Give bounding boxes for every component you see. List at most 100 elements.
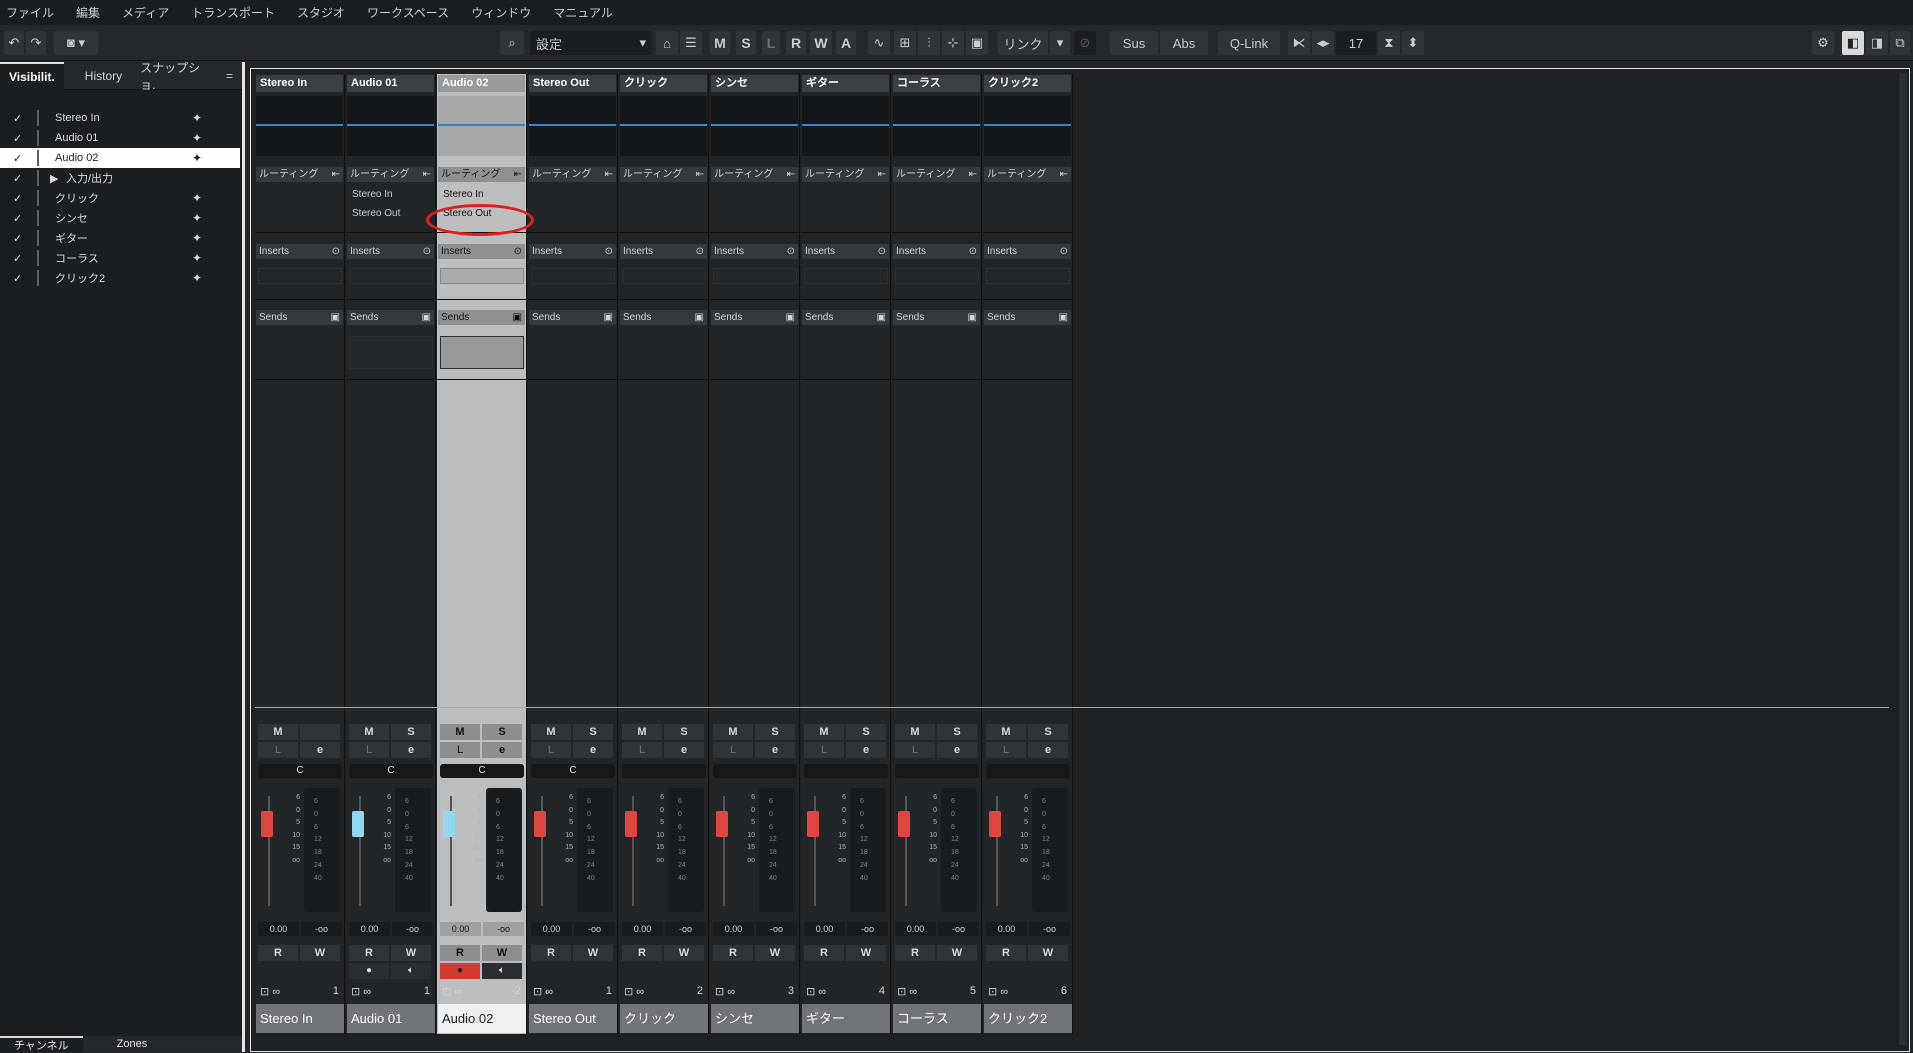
visibility-item[interactable]: ✓ ギター ✦ [0, 228, 240, 248]
channel-strip[interactable]: クリック ルーティング ⇤ Inserts ⊙ Sends ▣ M S Le 6 0 5 10 15 oo 6 0… [619, 74, 709, 1034]
channel-strip[interactable]: コーラス ルーティング ⇤ Inserts ⊙ Sends ▣ M S Le 6 0 5 10 15 oo 6 0… [892, 74, 982, 1034]
chevron-down-icon[interactable]: ▾ [1050, 31, 1070, 55]
io-icon[interactable]: ⊡ ∞ [897, 985, 917, 998]
menu-item-1[interactable]: 編集 [76, 4, 100, 21]
volume-fader[interactable]: 6 0 5 10 15 oo 6 0 6 12 18 24 40 [804, 786, 888, 914]
routing-section-header[interactable]: ルーティング ⇤ [438, 167, 525, 182]
insert-slot[interactable] [440, 268, 524, 284]
io-icon[interactable]: ⊡ ∞ [442, 985, 462, 998]
mode-automation-button[interactable]: A [836, 31, 856, 55]
right-zone-icon[interactable]: ◨ [1866, 31, 1888, 55]
pan-control[interactable] [895, 764, 979, 778]
edit-channel-icon[interactable]: e [755, 742, 795, 758]
check-icon[interactable]: ✓ [13, 272, 22, 285]
write-automation-button[interactable]: W [300, 945, 340, 961]
channel-strip[interactable]: シンセ ルーティング ⇤ Inserts ⊙ Sends ▣ M S Le 6 0 5 10 15 oo 6 0 6… [710, 74, 800, 1034]
channel-header[interactable]: コーラス [893, 75, 980, 92]
bypass-icon[interactable]: ⊙ [696, 244, 704, 259]
inserts-section-header[interactable]: Inserts ⊙ [620, 244, 707, 259]
peak-value[interactable]: -oo [756, 922, 797, 936]
listen-button[interactable]: L [258, 742, 298, 758]
io-icon[interactable]: ⊡ ∞ [533, 985, 553, 998]
routing-input[interactable]: Stereo In [440, 187, 524, 203]
routing-icon[interactable]: ⇤ [605, 167, 613, 182]
io-icon[interactable]: ⊡ ∞ [715, 985, 735, 998]
visibility-item[interactable]: ✓ Audio 02 ✦ [0, 148, 240, 168]
check-icon[interactable]: ✓ [13, 172, 22, 185]
peak-value[interactable]: -oo [847, 922, 888, 936]
channel-name-field[interactable]: Audio 02 [438, 1004, 526, 1033]
peak-value[interactable]: -oo [483, 922, 524, 936]
redo-icon[interactable]: ↷ [26, 31, 46, 55]
visibility-item[interactable]: ✓ シンセ ✦ [0, 208, 240, 228]
pan-control[interactable]: C [531, 764, 615, 778]
visibility-item[interactable]: ✓ Stereo In ✦ [0, 108, 240, 128]
monitor-button[interactable]: 🔈︎ [482, 963, 522, 979]
listen-button[interactable]: L [349, 742, 389, 758]
sus-button[interactable]: Sus [1110, 31, 1158, 55]
read-automation-button[interactable]: R [258, 945, 298, 961]
volume-fader[interactable]: 6 0 5 10 15 oo 6 0 6 12 18 24 40 [713, 786, 797, 914]
channel-name-field[interactable]: Stereo In [256, 1004, 344, 1033]
channel-name-field[interactable]: コーラス [893, 1004, 981, 1033]
routing-icon[interactable]: ⇤ [514, 167, 522, 182]
sends-section-header[interactable]: Sends ▣ [620, 310, 707, 325]
check-icon[interactable]: ✓ [13, 132, 22, 145]
solo-button[interactable]: S [1028, 724, 1068, 740]
camera-snapshot-button[interactable]: ◙ ▾ [54, 31, 98, 55]
monitor-button[interactable]: 🔈︎ [391, 963, 431, 979]
mode-mute-button[interactable]: M [710, 31, 730, 55]
qlink-button[interactable]: Q-Link [1218, 31, 1280, 55]
volume-value[interactable]: 0.00 [986, 922, 1027, 936]
visibility-item[interactable]: ✓ コーラス ✦ [0, 248, 240, 268]
edit-channel-icon[interactable]: e [1028, 742, 1068, 758]
write-automation-button[interactable]: W [937, 945, 977, 961]
io-icon[interactable]: ⊡ ∞ [988, 985, 1008, 998]
routing-section-header[interactable]: ルーティング ⇤ [893, 167, 980, 182]
listen-button[interactable]: L [713, 742, 753, 758]
menu-item-7[interactable]: マニュアル [553, 4, 613, 21]
listen-button[interactable]: L [804, 742, 844, 758]
edit-channel-icon[interactable]: e [300, 742, 340, 758]
insert-slot[interactable] [622, 268, 706, 284]
peak-value[interactable]: -oo [665, 922, 706, 936]
volume-fader[interactable]: 6 0 5 10 15 oo 6 0 6 12 18 24 40 [440, 786, 524, 914]
read-automation-button[interactable]: R [622, 945, 662, 961]
sends-icon[interactable]: ▣ [331, 310, 340, 325]
mute-button[interactable]: M [804, 724, 844, 740]
sends-section-header[interactable]: Sends ▣ [529, 310, 616, 325]
channel-header[interactable]: ギター [802, 75, 889, 92]
write-automation-button[interactable]: W [846, 945, 886, 961]
solo-button[interactable]: S [937, 724, 977, 740]
home-icon[interactable]: ⌂ [656, 31, 678, 55]
channel-strip[interactable]: Audio 01 ルーティング ⇤ Stereo In Stereo Out Insert… [346, 74, 436, 1034]
mode-read-button[interactable]: R [786, 31, 806, 55]
solo-button[interactable]: S [482, 724, 522, 740]
mode-listen-button[interactable]: L [762, 31, 780, 55]
solo-button[interactable]: S [846, 724, 886, 740]
mode-write-button[interactable]: W [810, 31, 832, 55]
mute-button[interactable]: M [531, 724, 571, 740]
link-toggle-icon[interactable]: ⊘ [1074, 31, 1096, 55]
bypass-icon[interactable]: ⊙ [878, 244, 886, 259]
routing-section-header[interactable]: ルーティング ⇤ [620, 167, 707, 182]
menu-item-0[interactable]: ファイル [6, 4, 54, 21]
abs-button[interactable]: Abs [1160, 31, 1208, 55]
mode-solo-button[interactable]: S [736, 31, 756, 55]
menu-item-6[interactable]: ウィンドウ [471, 4, 531, 21]
check-icon[interactable]: ✓ [13, 152, 22, 165]
routing-icon[interactable]: ⇤ [332, 167, 340, 182]
write-automation-button[interactable]: W [573, 945, 613, 961]
channel-header[interactable]: クリック [620, 75, 707, 92]
io-icon[interactable]: ⊡ ∞ [351, 985, 371, 998]
mute-button[interactable]: M [895, 724, 935, 740]
sends-section-header[interactable]: Sends ▣ [893, 310, 980, 325]
check-icon[interactable]: ✓ [13, 112, 22, 125]
inserts-section-header[interactable]: Inserts ⊙ [256, 244, 343, 259]
sends-icon[interactable]: ▣ [422, 310, 431, 325]
channel-header[interactable]: クリック2 [984, 75, 1071, 92]
fader-handle[interactable] [443, 811, 455, 837]
visibility-item[interactable]: ✓ クリック2 ✦ [0, 268, 240, 288]
inserts-section-header[interactable]: Inserts ⊙ [802, 244, 889, 259]
volume-fader[interactable]: 6 0 5 10 15 oo 6 0 6 12 18 24 40 [531, 786, 615, 914]
